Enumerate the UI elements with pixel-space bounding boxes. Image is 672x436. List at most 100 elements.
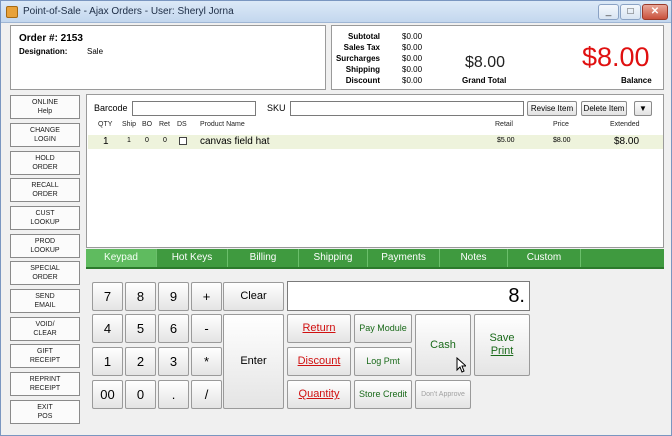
side-label: ORDER xyxy=(32,164,58,171)
balance-amount: $8.00 xyxy=(582,42,650,72)
store-credit-button[interactable]: Store Credit xyxy=(354,380,412,409)
discount-button[interactable]: Discount xyxy=(287,347,351,376)
online-help-button[interactable]: ONLINE Help xyxy=(10,95,80,119)
sales-tax-value: $0.00 xyxy=(402,43,423,52)
log-pmt-button[interactable]: Log Pmt xyxy=(354,347,412,376)
order-info-panel: Order #: 2153 Designation: Sale xyxy=(10,25,326,90)
col-ship: Ship xyxy=(122,121,137,128)
key-5[interactable]: 5 xyxy=(125,314,156,343)
close-button[interactable]: ✕ xyxy=(642,4,668,20)
subtotal-value: $0.00 xyxy=(402,32,423,41)
key-00[interactable]: 00 xyxy=(92,380,123,409)
key-2[interactable]: 2 xyxy=(125,347,156,376)
col-ret: Ret xyxy=(159,121,170,128)
tab-keypad[interactable]: Keypad xyxy=(86,249,157,267)
side-label: LOGIN xyxy=(34,136,56,143)
key-7[interactable]: 7 xyxy=(92,282,123,311)
side-label: EXIT xyxy=(37,404,53,411)
subtotal-label: Subtotal xyxy=(348,32,380,41)
amount-display: 8. xyxy=(287,281,530,311)
side-label: ORDER xyxy=(32,191,58,198)
tab-custom[interactable]: Custom xyxy=(508,249,581,267)
hold-order-button[interactable]: HOLD ORDER xyxy=(10,151,80,175)
order-number: Order #: 2153 xyxy=(19,33,83,44)
clear-button[interactable]: Clear xyxy=(223,282,284,311)
col-retail: Retail xyxy=(495,121,513,128)
barcode-label: Barcode xyxy=(94,103,128,113)
tab-bar: Keypad Hot Keys Billing Shipping Payment… xyxy=(86,249,664,269)
quantity-button[interactable]: Quantity xyxy=(287,380,351,409)
discount-value: $0.00 xyxy=(402,76,423,85)
designation-value: Sale xyxy=(87,47,104,56)
cust-lookup-button[interactable]: CUST LOOKUP xyxy=(10,206,80,230)
tab-payments[interactable]: Payments xyxy=(368,249,440,267)
dont-approve-button[interactable]: Don't Approve xyxy=(415,380,471,409)
key-plus[interactable]: + xyxy=(191,282,222,311)
discount-label: Discount xyxy=(345,76,380,85)
delete-item-button[interactable]: Delete Item xyxy=(581,101,627,116)
sku-label: SKU xyxy=(267,103,286,113)
pos-window: Point-of-Sale - Ajax Orders - User: Sher… xyxy=(0,0,672,436)
table-row[interactable] xyxy=(88,135,663,149)
revise-item-button[interactable]: Revise Item xyxy=(527,101,577,116)
row-ship: 1 xyxy=(127,137,131,144)
row-product: canvas field hat xyxy=(200,136,270,147)
col-extended: Extended xyxy=(610,121,640,128)
window-title: Point-of-Sale - Ajax Orders - User: Sher… xyxy=(23,6,234,17)
recall-order-button[interactable]: RECALL ORDER xyxy=(10,178,80,202)
key-1[interactable]: 1 xyxy=(92,347,123,376)
row-bo: 0 xyxy=(145,137,149,144)
side-label: CUST xyxy=(35,210,55,217)
key-6[interactable]: 6 xyxy=(158,314,189,343)
gift-receipt-button[interactable]: GIFT RECEIPT xyxy=(10,344,80,368)
side-label: CLEAR xyxy=(33,330,57,337)
title-bar[interactable]: Point-of-Sale - Ajax Orders - User: Sher… xyxy=(1,1,671,23)
change-login-button[interactable]: CHANGE LOGIN xyxy=(10,123,80,147)
side-label: GIFT xyxy=(37,348,53,355)
key-0[interactable]: 0 xyxy=(125,380,156,409)
key-minus[interactable]: - xyxy=(191,314,222,343)
restore-button[interactable]: □ xyxy=(620,4,641,20)
key-3[interactable]: 3 xyxy=(158,347,189,376)
return-button[interactable]: Return xyxy=(287,314,351,343)
col-bo: BO xyxy=(142,121,153,128)
exit-pos-button[interactable]: EXIT POS xyxy=(10,400,80,424)
grand-total-label: Grand Total xyxy=(462,76,507,85)
col-ds: DS xyxy=(177,121,187,128)
side-label: PROD xyxy=(34,238,56,245)
barcode-input[interactable] xyxy=(132,101,256,116)
surcharges-value: $0.00 xyxy=(402,54,423,63)
row-qty: 1 xyxy=(103,136,109,147)
special-order-button[interactable]: SPECIAL ORDER xyxy=(10,261,80,285)
tab-billing[interactable]: Billing xyxy=(228,249,299,267)
tab-notes[interactable]: Notes xyxy=(440,249,508,267)
tab-hot-keys[interactable]: Hot Keys xyxy=(157,249,228,267)
app-icon xyxy=(6,6,18,18)
key-decimal[interactable]: . xyxy=(158,380,189,409)
pay-module-button[interactable]: Pay Module xyxy=(354,314,412,343)
save-print-button[interactable]: Save Print xyxy=(474,314,530,376)
shipping-value: $0.00 xyxy=(402,65,423,74)
tab-shipping[interactable]: Shipping xyxy=(299,249,368,267)
enter-button[interactable]: Enter xyxy=(223,314,284,409)
key-4[interactable]: 4 xyxy=(92,314,123,343)
surcharges-label: Surcharges xyxy=(335,54,380,63)
prod-lookup-button[interactable]: PROD LOOKUP xyxy=(10,234,80,258)
void-clear-button[interactable]: VOID/CLEAR xyxy=(10,317,80,341)
reprint-receipt-button[interactable]: REPRINT RECEIPT xyxy=(10,372,80,396)
balance-label: Balance xyxy=(621,76,652,85)
minimize-button[interactable]: _ xyxy=(598,4,619,20)
send-email-button[interactable]: SEND EMAIL xyxy=(10,289,80,313)
dropdown-arrow-icon[interactable]: ▼ xyxy=(634,101,652,116)
side-label: SPECIAL xyxy=(30,265,60,272)
key-9[interactable]: 9 xyxy=(158,282,189,311)
ds-checkbox[interactable] xyxy=(179,137,187,145)
key-multiply[interactable]: * xyxy=(191,347,222,376)
side-label: REPRINT xyxy=(29,376,61,383)
sku-input[interactable] xyxy=(290,101,524,116)
key-8[interactable]: 8 xyxy=(125,282,156,311)
save-print-label-1: Save xyxy=(489,332,515,344)
key-divide[interactable]: / xyxy=(191,380,222,409)
side-label: LOOKUP xyxy=(30,247,60,254)
side-label: RECALL xyxy=(31,182,59,189)
